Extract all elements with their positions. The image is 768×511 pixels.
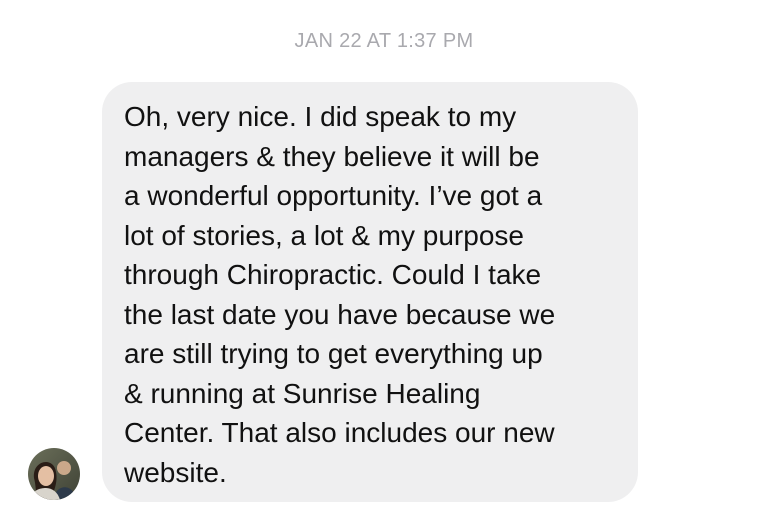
message-line: Center. That also includes our new — [124, 417, 555, 448]
message-text: Oh, very nice. I did speak to my manager… — [124, 97, 624, 492]
message-bubble[interactable]: Oh, very nice. I did speak to my manager… — [102, 82, 638, 502]
message-thread: JAN 22 AT 1:37 PM Oh, very nice. I did s… — [0, 0, 768, 511]
avatar-photo-icon — [28, 448, 80, 500]
message-line: are still trying to get everything up — [124, 338, 543, 369]
sender-avatar[interactable] — [28, 448, 80, 500]
message-line: managers & they believe it will be — [124, 140, 540, 172]
message-line: the last date you have because we — [124, 298, 556, 330]
message-timestamp: JAN 22 AT 1:37 PM — [294, 30, 474, 52]
message-line: lot of stories, a lot & my purpose — [124, 219, 524, 251]
message-line: website. — [124, 456, 227, 488]
message-line: through Chiropractic. Could I take — [124, 259, 542, 290]
message-line: a wonderful opportunity. I’ve got a — [124, 180, 543, 211]
message-line: & running at Sunrise Healing — [124, 377, 481, 409]
message-line: Oh, very nice. I did speak to my — [124, 101, 517, 132]
